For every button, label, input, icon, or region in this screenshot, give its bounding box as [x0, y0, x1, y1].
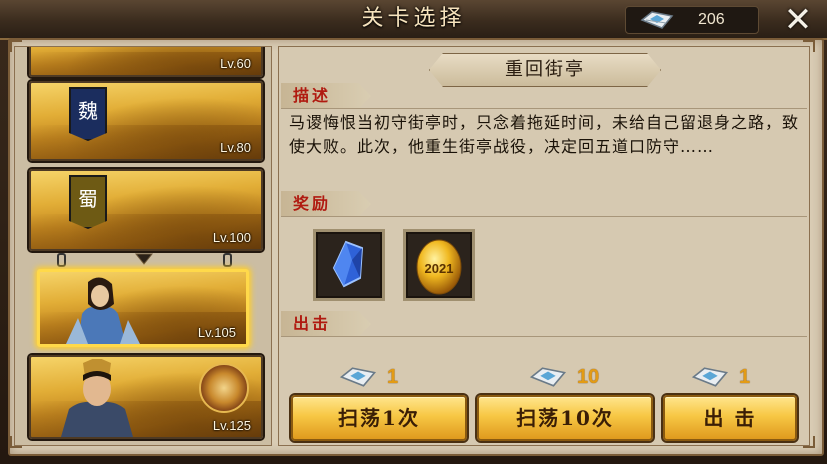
frame-corner [10, 40, 22, 52]
section-header-description: 描述 [281, 83, 371, 109]
reward-slot[interactable]: 2021 [403, 229, 475, 301]
chain-link-icon [223, 253, 232, 267]
stage-level: Lv.60 [220, 56, 251, 71]
sweep-ticket-icon [529, 367, 567, 387]
sweep-cost: 10 [529, 365, 619, 389]
triangle-down-icon [135, 253, 153, 265]
stage-description: 马谡悔恨当初守街亭时，只念着拖延时间，未给自己留退身之路，致使大败。此次，他重生… [289, 113, 800, 156]
stage-list[interactable]: Lv.60 魏 Lv.80 蜀 Lv.100 Lv.105 Lv.125 [14, 46, 272, 446]
cost-value: 1 [387, 366, 399, 388]
stage-card[interactable]: 蜀 Lv.100 [29, 169, 263, 251]
wei-banner-icon: 魏 [69, 87, 107, 141]
sweep-ten-button[interactable]: 扫荡10次 [477, 395, 653, 441]
section-label: 出击 [293, 314, 332, 333]
stage-level: Lv.80 [220, 140, 251, 155]
cost-value: 1 [739, 366, 751, 388]
hero-portrait-icon [61, 359, 133, 437]
section-label: 奖励 [293, 194, 332, 213]
blue-crystal-icon [332, 240, 364, 288]
attack-button[interactable]: 出 击 [663, 395, 797, 441]
section-header-battle: 出击 [281, 311, 371, 337]
stage-card[interactable]: 魏 Lv.80 [29, 81, 263, 161]
frame-corner [10, 436, 22, 448]
stage-level: Lv.125 [212, 418, 251, 433]
chain-link-icon [57, 253, 66, 267]
sweep-ticket-icon [339, 367, 377, 387]
stage-detail: 重回街亭 描述 马谡悔恨当初守街亭时，只念着拖延时间，未给自己留退身之路，致使大… [278, 46, 810, 446]
cost-value: 10 [577, 366, 600, 388]
frame-corner [803, 436, 815, 448]
divider [281, 108, 807, 109]
egg-label: 2021 [425, 261, 454, 276]
stage-card[interactable]: Lv.125 [29, 355, 263, 439]
top-bar: 关卡选择 206 ✕ [0, 0, 827, 40]
section-header-reward: 奖励 [281, 191, 371, 217]
shu-banner-icon: 蜀 [69, 175, 107, 229]
stage-select-screen: 关卡选择 206 ✕ Lv.60 魏 Lv.80 蜀 Lv.100 Lv.105… [0, 0, 827, 464]
section-label: 描述 [293, 86, 332, 105]
divider [281, 216, 807, 217]
sweep-ticket-icon [691, 367, 729, 387]
close-button[interactable]: ✕ [778, 2, 818, 38]
sweep-once-button[interactable]: 扫荡1次 [291, 395, 467, 441]
sweep-ticket-count: 206 [698, 11, 725, 28]
page-title: 关卡选择 [361, 6, 466, 31]
stage-level: Lv.105 [197, 325, 236, 340]
sweep-ticket-icon [640, 11, 674, 29]
golden-egg-icon: 2021 [416, 239, 462, 295]
sweep-cost: 1 [339, 365, 429, 389]
sweep-ticket-counter: 206 [625, 6, 759, 34]
stage-card[interactable]: Lv.60 [29, 47, 263, 77]
stage-card-selected[interactable]: Lv.105 [37, 269, 249, 347]
sweep-cost: 1 [691, 365, 781, 389]
close-icon: ✕ [783, 0, 813, 40]
frame-corner [803, 40, 815, 52]
stage-name: 重回街亭 [429, 53, 661, 87]
reward-slot[interactable] [313, 229, 385, 301]
divider [281, 336, 807, 337]
hero-portrait-icon [66, 277, 140, 344]
stage-level: Lv.100 [212, 230, 251, 245]
boss-medal-icon [199, 363, 249, 413]
